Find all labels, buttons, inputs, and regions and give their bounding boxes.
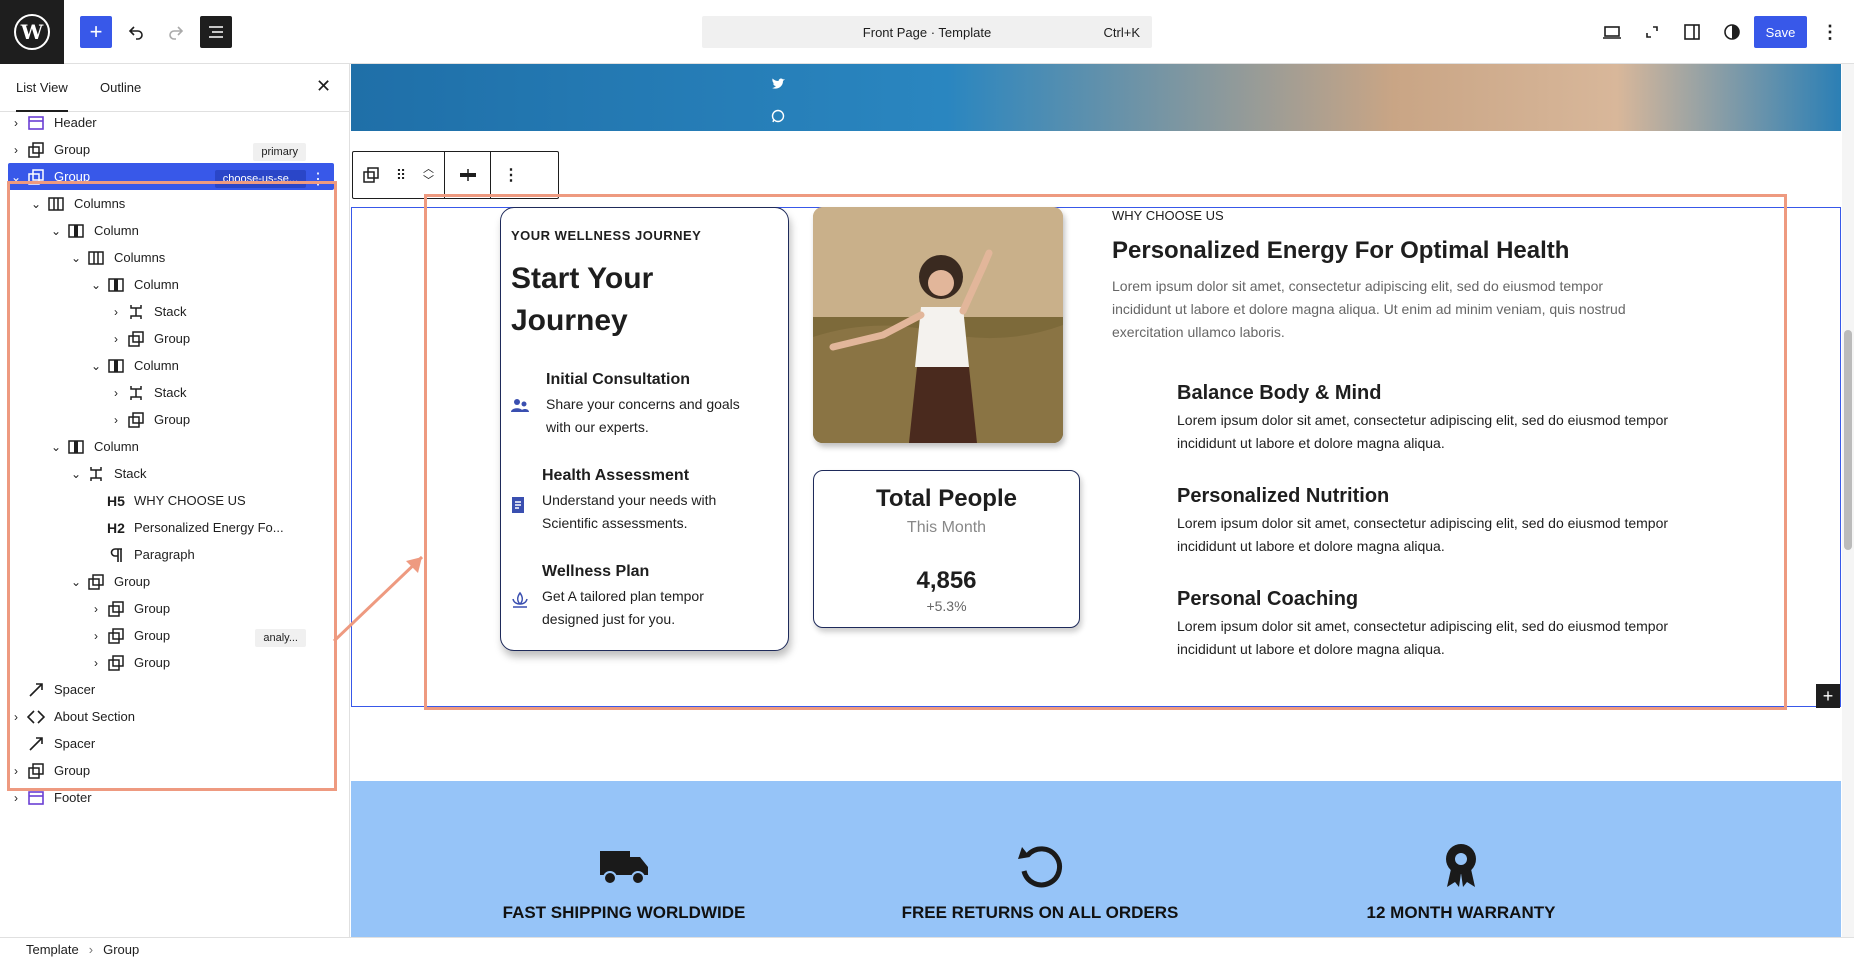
band-item-returns: FREE RETURNS ON ALL ORDERS — [850, 841, 1230, 923]
band-label: FREE RETURNS ON ALL ORDERS — [901, 903, 1179, 922]
whatsapp-icon[interactable] — [771, 109, 785, 126]
document-title-bar[interactable]: Front Page · Template Ctrl+K — [702, 16, 1152, 48]
document-title: Front Page · Template — [862, 24, 992, 40]
tree-item-header[interactable]: › Header — [8, 109, 334, 136]
features-band[interactable]: FAST SHIPPING WORLDWIDE FREE RETURNS ON … — [351, 781, 1841, 937]
wordpress-logo-icon[interactable]: W — [0, 0, 64, 64]
block-toolbar: ⠿ ︿ ﹀ ⋮ — [352, 151, 559, 199]
options-button[interactable]: ⋮ — [1814, 16, 1846, 48]
expand-icon — [1646, 26, 1658, 38]
group-icon — [24, 138, 48, 162]
plus-icon: + — [89, 19, 103, 44]
block-options-button[interactable]: ⋮ — [491, 152, 531, 198]
tree-item-label: Footer — [54, 790, 92, 805]
template-part-icon — [24, 111, 48, 135]
editor-top-bar: W + Front Page · Template Ctrl+K Save ⋮ — [0, 0, 1854, 64]
highlight-box-list-selection — [7, 181, 337, 791]
document-overview-button[interactable] — [200, 16, 232, 48]
breadcrumb-item[interactable]: Group — [103, 942, 139, 957]
return-icon — [1014, 841, 1066, 889]
drag-handle-icon: ⠿ — [395, 166, 407, 183]
more-vertical-icon: ⋮ — [1821, 21, 1839, 42]
redo-icon — [169, 26, 184, 40]
list-view-icon — [209, 26, 223, 38]
pointer-arrow — [332, 555, 424, 643]
command-shortcut: Ctrl+K — [1103, 25, 1140, 40]
canvas-scrollbar[interactable] — [1842, 64, 1854, 937]
band-item-warranty: 12 MONTH WARRANTY — [1271, 841, 1651, 923]
group-icon — [363, 167, 379, 183]
save-button[interactable]: Save — [1754, 16, 1807, 48]
hero-image — [351, 64, 1841, 131]
tab-list-view[interactable]: List View — [16, 80, 68, 112]
add-block-button[interactable]: + — [80, 16, 112, 48]
styles-button[interactable] — [1716, 16, 1748, 48]
zoom-out-button[interactable] — [1636, 16, 1668, 48]
close-icon[interactable]: ✕ — [316, 76, 331, 97]
chevron-right-icon[interactable]: › — [8, 142, 24, 158]
tab-outline[interactable]: Outline — [100, 80, 141, 95]
band-label: 12 MONTH WARRANTY — [1366, 903, 1556, 922]
scrollbar-thumb[interactable] — [1844, 330, 1852, 550]
band-label: FAST SHIPPING WORLDWIDE — [502, 903, 746, 922]
svg-text:W: W — [20, 20, 44, 44]
undo-button[interactable] — [120, 16, 152, 48]
band-item-shipping: FAST SHIPPING WORLDWIDE — [434, 841, 814, 923]
breadcrumb-item[interactable]: Template — [26, 942, 79, 957]
align-button[interactable] — [445, 152, 491, 198]
align-full-icon — [459, 169, 476, 181]
view-device-button[interactable] — [1596, 16, 1628, 48]
award-icon — [1435, 841, 1487, 889]
tree-item-group[interactable]: › Group primary — [8, 136, 334, 163]
social-links — [771, 78, 785, 126]
twitter-icon[interactable] — [771, 78, 785, 93]
move-buttons[interactable]: ︿ ﹀ — [413, 152, 445, 198]
contrast-icon — [1724, 24, 1740, 40]
chevron-up-icon[interactable]: ︿ — [423, 163, 434, 175]
tree-item-label: Group — [54, 142, 91, 157]
anchor-badge: primary — [253, 143, 306, 161]
chevron-right-icon: › — [88, 942, 94, 957]
chevron-right-icon[interactable]: › — [8, 790, 24, 806]
more-vertical-icon: ⋮ — [503, 167, 519, 184]
block-breadcrumb: Template › Group — [0, 937, 1854, 961]
truck-icon — [598, 841, 650, 889]
chevron-down-icon[interactable]: ﹀ — [423, 175, 434, 187]
drag-handle[interactable]: ⠿ — [389, 152, 413, 198]
block-type-button[interactable] — [353, 152, 389, 198]
settings-sidebar-button[interactable] — [1676, 16, 1708, 48]
tree-item-label: Header — [54, 115, 97, 130]
sidebar-icon — [1684, 24, 1700, 40]
undo-icon — [128, 26, 143, 40]
add-block-plus-icon[interactable]: + — [1816, 684, 1840, 708]
chevron-right-icon[interactable]: › — [8, 115, 24, 131]
highlight-box-canvas-selection — [424, 194, 1787, 710]
sidebar-tabs: List View Outline ✕ — [0, 64, 349, 112]
redo-button[interactable] — [160, 16, 192, 48]
desktop-icon — [1603, 26, 1621, 39]
